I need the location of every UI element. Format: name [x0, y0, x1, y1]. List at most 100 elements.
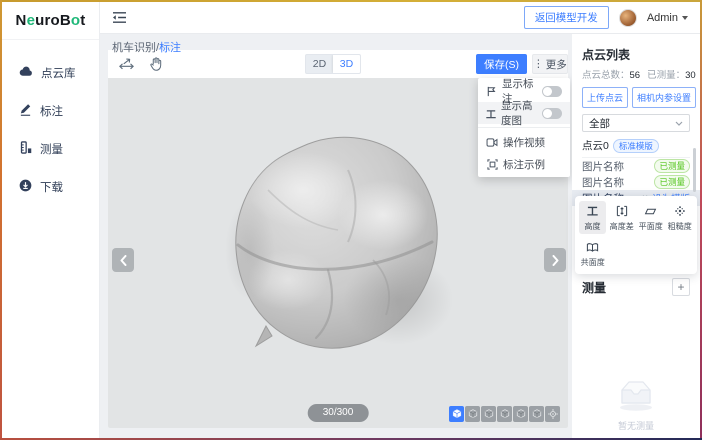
pen-icon: [19, 103, 32, 119]
height-icon: 工: [587, 204, 598, 218]
empty-box-icon: [612, 373, 660, 413]
image-list-item[interactable]: 图片名称 已测量: [582, 174, 690, 190]
measure-section-header: 测量 +: [582, 278, 690, 296]
pagination-badge: 30/300: [308, 404, 369, 422]
sidebar-item-measure[interactable]: 测量: [2, 130, 99, 168]
more-dots-icon: ⋮: [533, 58, 544, 70]
measured-value: 30: [685, 70, 696, 81]
tool-height[interactable]: 工 高度: [579, 201, 606, 234]
logo-text: uroB: [35, 12, 71, 29]
logo-text: t: [80, 12, 85, 29]
move-tool-icon[interactable]: [118, 57, 135, 71]
sidebar-item-label: 标注: [40, 103, 63, 119]
next-image-button[interactable]: [544, 248, 566, 272]
more-label: 更多: [546, 57, 567, 72]
sidebar-item-label: 点云库: [41, 65, 76, 81]
prev-image-button[interactable]: [112, 248, 134, 272]
user-avatar[interactable]: [619, 9, 637, 27]
decorative-border-left: [0, 0, 2, 440]
menu-item-label: 操作视频: [503, 135, 545, 150]
upload-pointcloud-button[interactable]: 上传点云: [582, 87, 628, 108]
coplanarity-icon: [586, 240, 599, 254]
more-dropdown-menu: 显示标注 工 显示高度图 操作视频 标注示例: [478, 78, 570, 177]
tool-label: 平面度: [638, 220, 662, 231]
sidebar-collapse-icon[interactable]: [112, 11, 127, 24]
chevron-down-icon: [682, 16, 688, 20]
logo-text: N: [16, 12, 27, 29]
hand-tool-icon[interactable]: [149, 57, 162, 72]
toggle-3d[interactable]: 3D: [333, 55, 360, 73]
image-list-item[interactable]: 图片名称 已测量: [582, 158, 690, 174]
view-cube-right-button[interactable]: [513, 406, 528, 422]
tool-label: 高度: [584, 220, 600, 231]
height-diff-icon: [616, 204, 628, 218]
measure-tools-popover: 工 高度 高度差 平面度 粗糙度 共面度: [575, 196, 697, 274]
show-annotation-toggle[interactable]: [542, 86, 562, 97]
tool-flatness[interactable]: 平面度: [637, 201, 664, 234]
view-cube-back-button[interactable]: [481, 406, 496, 422]
add-measure-button[interactable]: +: [672, 278, 690, 296]
cloud-icon: [19, 66, 33, 80]
filter-value: 全部: [589, 116, 610, 131]
breadcrumb-parent[interactable]: 机车识别: [112, 42, 156, 54]
sidebar-item-pointcloud-library[interactable]: 点云库: [2, 54, 99, 92]
tool-roughness[interactable]: 粗糙度: [666, 201, 693, 234]
dimension-toggle: 2D 3D: [305, 54, 361, 74]
menu-item-operation-video[interactable]: 操作视频: [478, 131, 570, 153]
breadcrumb: 机车识别/标注: [112, 39, 181, 55]
total-value: 56: [630, 70, 641, 81]
measured-label: 已测量：: [647, 70, 685, 81]
download-icon: [19, 179, 32, 195]
tool-height-diff[interactable]: 高度差: [608, 201, 635, 234]
tool-label: 粗糙度: [667, 220, 691, 231]
decorative-border-top: [0, 0, 702, 2]
sidebar: NeuroBot 点云库 标注 测量 下载: [2, 2, 100, 438]
toggle-2d[interactable]: 2D: [306, 55, 333, 73]
menu-item-annotation-example[interactable]: 标注示例: [478, 153, 570, 175]
more-button[interactable]: ⋮更多: [532, 54, 568, 74]
view-cube-left-button[interactable]: [497, 406, 512, 422]
pointcloud-model: [208, 130, 458, 375]
list-scrollbar[interactable]: [693, 148, 696, 192]
view-cube-iso-button[interactable]: [449, 406, 464, 422]
total-label: 点云总数：: [582, 70, 630, 81]
user-menu[interactable]: Admin: [647, 12, 688, 24]
roughness-icon: [674, 204, 686, 218]
sidebar-menu: 点云库 标注 测量 下载: [2, 40, 99, 206]
flatness-icon: [644, 204, 657, 218]
pointcloud-name: 点云0: [582, 138, 609, 153]
locate-view-button[interactable]: [545, 406, 560, 422]
neurobot-app: NeuroBot 点云库 标注 测量 下载 返回模型开发: [0, 0, 702, 440]
tool-coplanarity[interactable]: 共面度: [579, 237, 606, 270]
image-name: 图片名称: [582, 159, 624, 174]
viewer-card: 2D 3D 保存(S) ⋮更多: [108, 50, 568, 428]
logo-gear-icon: o: [71, 12, 80, 29]
tool-label: 高度差: [609, 220, 633, 231]
sidebar-item-annotate[interactable]: 标注: [2, 92, 99, 130]
tools-row: 共面度: [579, 237, 693, 270]
view-orientation-bar: [449, 406, 560, 422]
back-to-model-dev-button[interactable]: 返回模型开发: [524, 6, 609, 29]
ruler-icon: [19, 141, 32, 157]
menu-item-show-heightmap[interactable]: 工 显示高度图: [478, 102, 570, 124]
sidebar-item-download[interactable]: 下载: [2, 168, 99, 206]
measured-stat: 已测量：30: [647, 67, 696, 81]
total-stat: 点云总数：56: [582, 67, 640, 81]
filter-select[interactable]: 全部: [582, 114, 690, 132]
height-icon: 工: [486, 106, 496, 121]
measure-title: 测量: [582, 279, 606, 296]
app-logo: NeuroBot: [2, 2, 99, 40]
pointcloud-panel: 点云列表 点云总数：56 已测量：30 上传点云 相机内参设置 全部 点云0 标…: [572, 34, 700, 438]
panel-title: 点云列表: [582, 46, 690, 63]
view-cube-top-button[interactable]: [529, 406, 544, 422]
sidebar-item-label: 下载: [40, 179, 63, 195]
empty-state: 暂无测量: [572, 373, 700, 432]
tools-row: 工 高度 高度差 平面度 粗糙度: [579, 201, 693, 234]
pointcloud-item[interactable]: 点云0 标准模版: [582, 138, 690, 153]
view-cube-front-button[interactable]: [465, 406, 480, 422]
header-right-group: 返回模型开发 Admin: [524, 6, 688, 29]
camera-intrinsics-button[interactable]: 相机内参设置: [632, 87, 696, 108]
save-button[interactable]: 保存(S): [476, 54, 527, 74]
show-heightmap-toggle[interactable]: [542, 108, 562, 119]
panel-buttons: 上传点云 相机内参设置: [582, 87, 690, 108]
